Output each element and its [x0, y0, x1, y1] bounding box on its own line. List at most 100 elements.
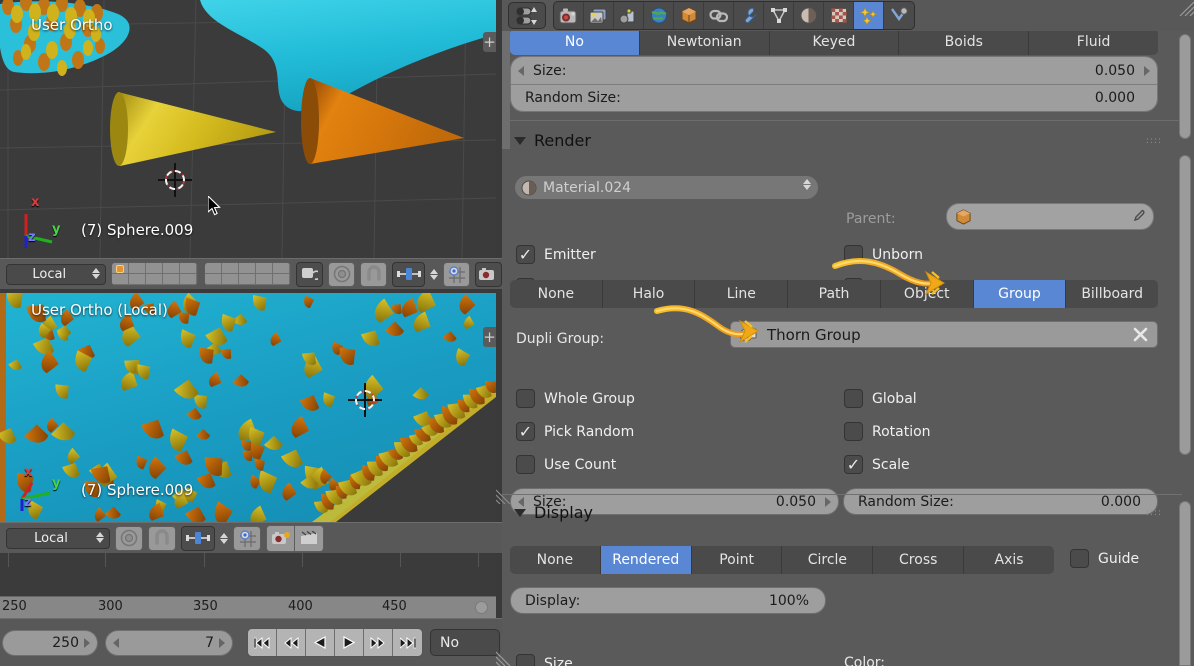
use-count-checkbox[interactable]: [516, 455, 535, 474]
timeline-ruler[interactable]: 250 300 350 400 450: [0, 596, 496, 618]
emitter-checkbox-row[interactable]: Emitter: [516, 245, 596, 264]
tab-particles-icon[interactable]: [854, 2, 884, 29]
global-checkbox[interactable]: [844, 389, 863, 408]
display-mode-none[interactable]: None: [510, 546, 601, 574]
physics-type-fluid[interactable]: Fluid: [1029, 31, 1158, 55]
emitter-checkbox[interactable]: [516, 245, 535, 264]
top-random-size-field[interactable]: Random Size: 0.000: [511, 84, 1157, 111]
magnet-snap-icon[interactable]: [360, 261, 388, 287]
render-as-path[interactable]: Path: [788, 280, 881, 308]
corner-grip-top-right[interactable]: [1178, 0, 1194, 16]
proportional-edit-icon-bottom[interactable]: [181, 525, 215, 551]
scale-checkbox[interactable]: [844, 455, 863, 474]
unborn-checkbox[interactable]: [844, 245, 863, 264]
display-panel-grip[interactable]: ::::: [1146, 508, 1162, 517]
display-panel-title-row[interactable]: Display ::::: [514, 503, 1162, 522]
jump-end-icon[interactable]: [393, 629, 422, 656]
tab-physics-icon[interactable]: [884, 2, 914, 29]
whole-group-checkbox-row[interactable]: Whole Group: [516, 389, 635, 408]
properties-scrollbar-bottom[interactable]: [1179, 501, 1191, 666]
tab-material-ball-icon[interactable]: [794, 2, 824, 29]
viewport-bottom-toolshelf-toggle[interactable]: +: [483, 327, 496, 347]
display-percent-field[interactable]: Display: 100%: [510, 587, 826, 614]
tab-data-mesh-icon[interactable]: [764, 2, 794, 29]
render-panel-title-row[interactable]: Render ::::: [514, 131, 1162, 150]
render-as-object[interactable]: Object: [880, 280, 974, 308]
guide-checkbox[interactable]: [1070, 549, 1089, 568]
texture-paint-icon[interactable]: [296, 261, 324, 287]
scale-checkbox-row[interactable]: Scale: [844, 455, 910, 474]
render-image-icon[interactable]: [267, 525, 295, 551]
magnet-snap-icon-bottom[interactable]: [148, 525, 176, 551]
unborn-checkbox-row[interactable]: Unborn: [844, 245, 923, 264]
whole-group-checkbox[interactable]: [516, 389, 535, 408]
tab-constraints-chain-link-icon[interactable]: [704, 2, 734, 29]
jump-start-icon[interactable]: [248, 629, 277, 656]
mode-select-top[interactable]: Local: [6, 263, 107, 285]
top-size-field[interactable]: Size: 0.050: [511, 57, 1157, 84]
material-field[interactable]: Material.024: [514, 175, 819, 200]
layers-grid[interactable]: [111, 262, 292, 286]
snap-grid-icon[interactable]: [443, 261, 471, 287]
proportional-size-spinner-bottom[interactable]: [220, 532, 228, 544]
guide-checkbox-row[interactable]: Guide: [1070, 549, 1139, 568]
proportional-size-spinner[interactable]: [430, 268, 439, 280]
play-icon[interactable]: [335, 629, 364, 656]
physics-type-newtonian[interactable]: Newtonian: [639, 31, 770, 55]
size-checkbox-row[interactable]: Size: [516, 654, 573, 666]
render-animation-icon[interactable]: [295, 525, 323, 551]
render-as-line[interactable]: Line: [695, 280, 789, 308]
display-panel-collapse-icon[interactable]: [514, 508, 526, 517]
camera-icon[interactable]: [475, 261, 502, 287]
physics-type-boids[interactable]: Boids: [899, 31, 1030, 55]
render-as-billboard[interactable]: Billboard: [1066, 280, 1158, 308]
proportional-edit-icon[interactable]: [392, 261, 426, 287]
current-frame-field[interactable]: 7: [105, 629, 233, 656]
properties-scrollbar-top[interactable]: [1179, 34, 1191, 139]
clear-x-icon[interactable]: [1132, 326, 1149, 343]
tab-scene-icon[interactable]: [614, 2, 644, 29]
pick-random-checkbox[interactable]: [516, 422, 535, 441]
use-count-checkbox-row[interactable]: Use Count: [516, 455, 616, 474]
tab-render-camera-back-icon[interactable]: [554, 2, 584, 29]
next-keyframe-icon[interactable]: [364, 629, 393, 656]
parent-field[interactable]: [946, 203, 1154, 230]
prev-keyframe-icon[interactable]: [277, 629, 306, 656]
display-mode-cross[interactable]: Cross: [873, 546, 965, 574]
size-checkbox[interactable]: [516, 654, 535, 666]
tab-world-globe-icon[interactable]: [644, 2, 674, 29]
tab-render-layers-images-icon[interactable]: [584, 2, 614, 29]
display-mode-axis[interactable]: Axis: [964, 546, 1054, 574]
display-mode-circle[interactable]: Circle: [782, 546, 874, 574]
tab-texture-checker-icon[interactable]: [824, 2, 854, 29]
tab-object-cube-icon[interactable]: [674, 2, 704, 29]
viewport-top-toolshelf-toggle[interactable]: +: [483, 32, 496, 52]
tab-modifiers-wrench-icon[interactable]: [734, 2, 764, 29]
render-as-none[interactable]: None: [510, 280, 603, 308]
render-as-group[interactable]: Group: [973, 280, 1067, 308]
global-checkbox-row[interactable]: Global: [844, 389, 917, 408]
display-mode-point[interactable]: Point: [691, 546, 783, 574]
physics-type-keyed[interactable]: Keyed: [769, 31, 900, 55]
rotation-checkbox[interactable]: [844, 422, 863, 441]
dupli-group-field[interactable]: Thorn Group: [730, 321, 1158, 348]
viewport-top[interactable]: User Ortho (7) Sphere.009 x y z +: [0, 0, 496, 258]
viewport-bottom[interactable]: User Ortho (Local) (7) Sphere.009 x y z …: [0, 293, 496, 522]
layer-block-1[interactable]: [111, 262, 199, 286]
pin-toggle[interactable]: [508, 2, 546, 29]
render-panel-collapse-icon[interactable]: [514, 136, 526, 145]
end-frame-field[interactable]: 250: [2, 629, 98, 656]
physics-type-no[interactable]: No: [510, 31, 640, 55]
timeline-scroll-handle[interactable]: [475, 601, 488, 614]
properties-scrollbar[interactable]: [1179, 155, 1191, 455]
pivot-center-icon[interactable]: [328, 261, 356, 287]
snap-grid-icon-bottom[interactable]: [233, 525, 261, 551]
pivot-center-icon-bottom[interactable]: [115, 525, 143, 551]
mode-select-bottom[interactable]: Local: [6, 527, 110, 549]
corner-grip-mid[interactable]: [496, 488, 512, 504]
rotation-checkbox-row[interactable]: Rotation: [844, 422, 931, 441]
display-mode-rendered[interactable]: Rendered: [600, 546, 692, 574]
keying-set-field[interactable]: No: [430, 629, 500, 656]
render-as-halo[interactable]: Halo: [602, 280, 696, 308]
layer-block-2[interactable]: [204, 262, 292, 286]
